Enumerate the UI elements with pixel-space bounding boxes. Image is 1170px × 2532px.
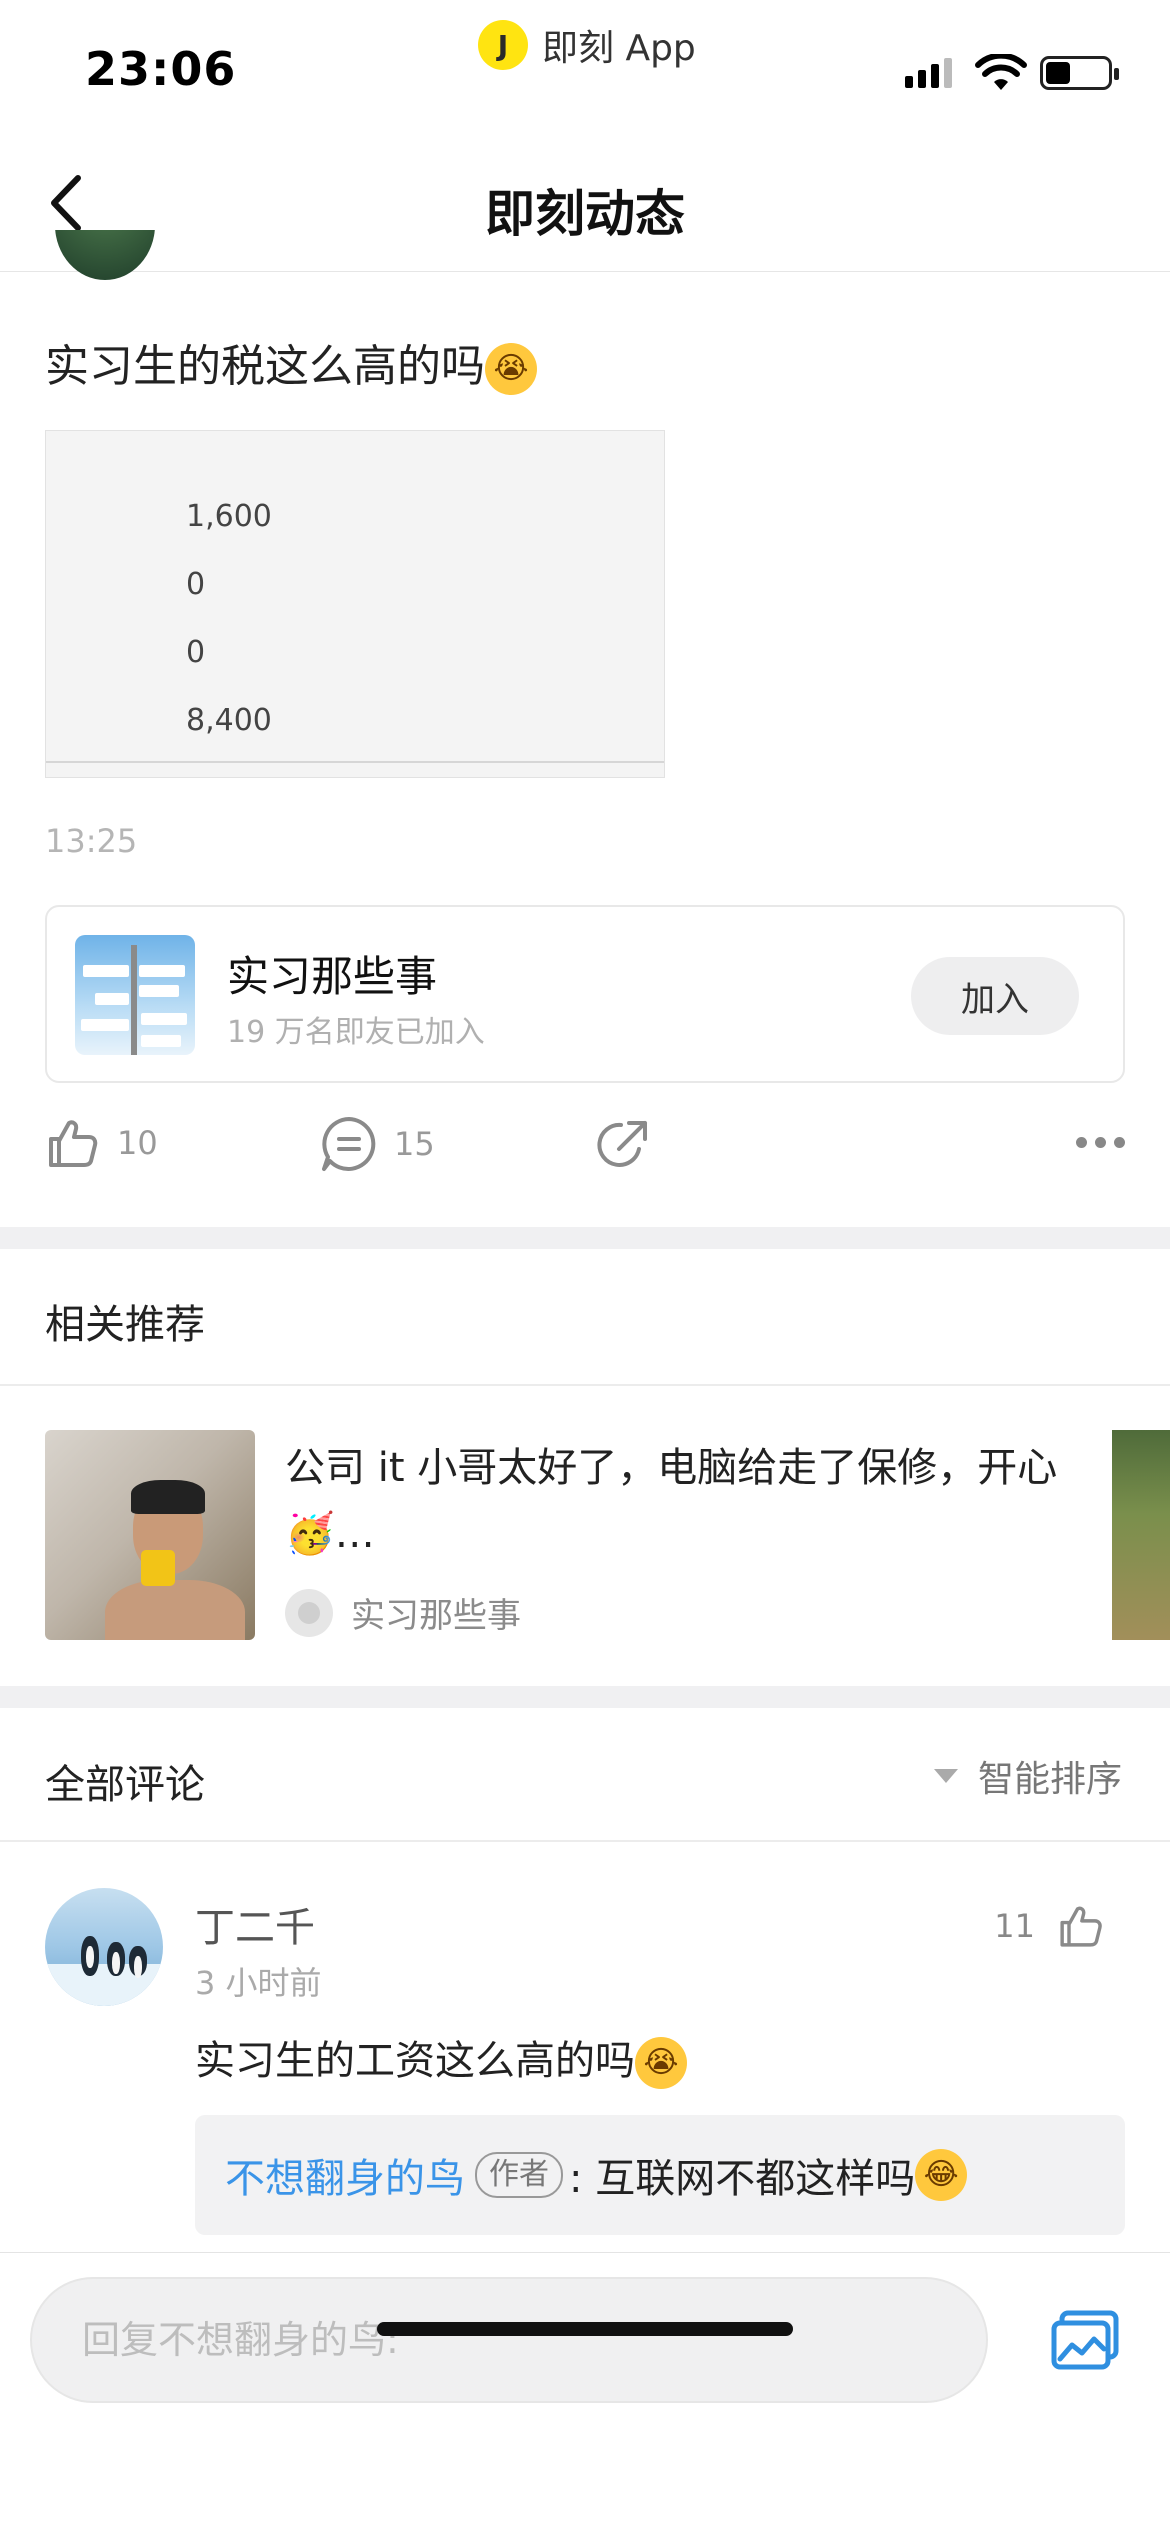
- app-name: 即刻 App: [542, 28, 696, 69]
- post-text: 实习生的税这么高的吗 😭: [45, 330, 537, 395]
- reply-input[interactable]: [30, 2277, 988, 2403]
- wifi-icon: [975, 54, 1027, 90]
- image-value: 1,600: [186, 499, 272, 534]
- topic-card[interactable]: 实习那些事 19 万名即友已加入 加入: [45, 905, 1125, 1083]
- topic-members: 19 万名即友已加入: [227, 1015, 485, 1050]
- commenter-avatar[interactable]: [45, 1888, 163, 2006]
- topic-thumbnail: [75, 935, 195, 1055]
- related-thumbnail[interactable]: [45, 1430, 255, 1640]
- thumbs-up-icon: [1060, 1906, 1102, 1947]
- divider-line: [0, 1384, 1170, 1386]
- author-badge: 作者: [475, 2152, 563, 2198]
- divider-line: [0, 1840, 1170, 1842]
- page-title: 即刻动态: [485, 185, 685, 243]
- topic-name: 实习那些事: [227, 952, 438, 1001]
- like-button[interactable]: 10: [45, 1115, 158, 1171]
- comments-section-title: 全部评论: [45, 1762, 205, 1808]
- share-icon: [597, 1121, 647, 1167]
- related-item-text[interactable]: 公司 it 小哥太好了，电脑给走了保修，开心 🥳…: [285, 1435, 1095, 1567]
- related-section-title: 相关推荐: [45, 1302, 205, 1348]
- post-timestamp: 13:25: [45, 822, 138, 860]
- post-text-content: 实习生的税这么高的吗: [45, 341, 485, 392]
- sort-label: 智能排序: [977, 1759, 1122, 1800]
- like-count: 10: [117, 1124, 158, 1162]
- image-picker-icon[interactable]: [1050, 2309, 1120, 2371]
- reply-author[interactable]: 不想翻身的鸟: [225, 2146, 465, 2204]
- comment-count: 15: [394, 1125, 435, 1163]
- post-image[interactable]: 1,600 0 0 8,400: [45, 430, 665, 778]
- thumbs-up-icon: [49, 1120, 98, 1167]
- share-button[interactable]: [595, 1115, 653, 1173]
- sort-dropdown[interactable]: 智能排序: [933, 1750, 1122, 1802]
- reply-bar: [0, 2252, 1170, 2532]
- home-indicator: [377, 2322, 793, 2336]
- crying-face-emoji-icon: 😭: [635, 2037, 687, 2089]
- image-value: 0: [186, 567, 206, 602]
- comment-reply[interactable]: 不想翻身的鸟 作者 : 互联网不都这样吗 😂: [195, 2115, 1125, 2235]
- comment-like-count: 11: [994, 1907, 1035, 1945]
- app-indicator: J 即刻 App: [478, 20, 696, 70]
- sort-triangle-icon: [933, 1769, 958, 1783]
- image-value: 0: [186, 635, 206, 670]
- laughing-tears-emoji-icon: 😂: [915, 2149, 968, 2201]
- comment-bubble-icon: [322, 1117, 376, 1171]
- comment-like-button[interactable]: 11: [994, 1902, 1105, 1950]
- comment-time: 3 小时前: [195, 1964, 322, 2002]
- related-thumbnail-next[interactable]: [1112, 1430, 1170, 1640]
- image-value: 8,400: [186, 703, 272, 738]
- comment-text-content: 实习生的工资这么高的吗: [195, 2038, 635, 2084]
- app-logo-icon: J: [478, 20, 528, 70]
- topic-dot-icon: [285, 1588, 333, 1637]
- nav-bar: 即刻动态: [0, 130, 1170, 272]
- commenter-name[interactable]: 丁二千: [195, 1895, 315, 1953]
- section-divider: [0, 1227, 1170, 1249]
- section-divider: [0, 1686, 1170, 1708]
- comment-text: 实习生的工资这么高的吗 😭: [195, 2028, 687, 2089]
- related-item-topic[interactable]: 实习那些事: [285, 1588, 521, 1637]
- join-topic-button[interactable]: 加入: [911, 957, 1079, 1035]
- post-actions: 10 15: [45, 1115, 1125, 1185]
- battery-icon: [1040, 56, 1119, 90]
- crying-face-emoji-icon: 😭: [485, 343, 537, 395]
- status-time: 23:06: [85, 42, 237, 96]
- cellular-signal-icon: [905, 58, 952, 88]
- comment-button[interactable]: 15: [320, 1115, 435, 1173]
- reply-text: : 互联网不都这样吗: [569, 2156, 916, 2202]
- related-topic-label: 实习那些事: [351, 1596, 521, 1636]
- more-options-icon[interactable]: [1076, 1137, 1125, 1148]
- author-avatar[interactable]: [55, 230, 155, 280]
- status-bar: 23:06 J 即刻 App: [0, 0, 1170, 130]
